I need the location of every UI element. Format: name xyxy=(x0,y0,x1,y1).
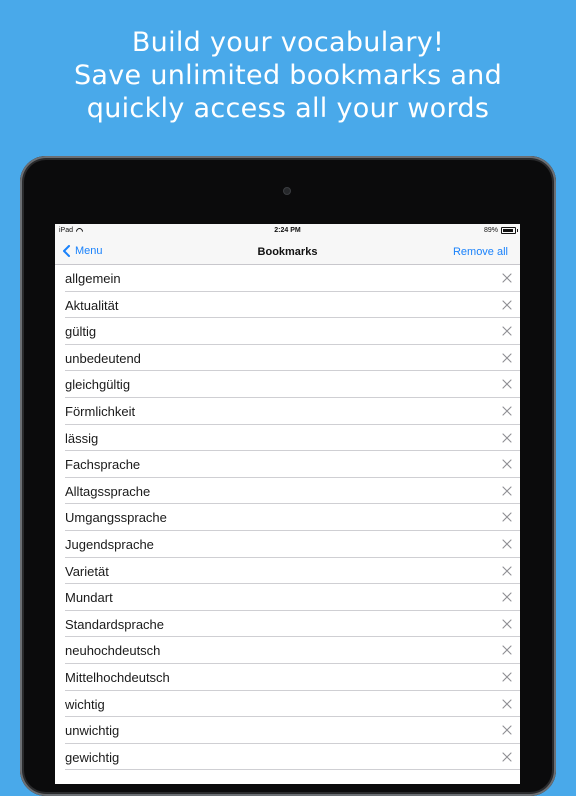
promo-line-2: Save unlimited bookmarks and xyxy=(73,60,503,91)
app-screen: iPad 2:24 PM 89% Menu Bookmarks Remove a… xyxy=(55,224,520,784)
battery-fill xyxy=(503,229,513,232)
close-icon[interactable] xyxy=(501,458,513,470)
list-item[interactable]: unbedeutend xyxy=(65,345,520,372)
list-item[interactable]: Varietät xyxy=(65,558,520,585)
bookmark-word: Fachsprache xyxy=(65,457,141,473)
close-icon[interactable] xyxy=(501,751,513,763)
list-item[interactable]: gültig xyxy=(65,318,520,345)
list-item[interactable]: Aktualität xyxy=(65,292,520,319)
bookmark-word: lässig xyxy=(65,430,99,446)
status-bar: iPad 2:24 PM 89% xyxy=(55,224,520,239)
promo-line-3: quickly access all your words xyxy=(86,93,490,124)
bookmark-list: allgemein Aktualität gültig unbedeutend glei… xyxy=(55,265,520,771)
list-item[interactable]: Umgangssprache xyxy=(65,504,520,531)
status-time: 2:24 PM xyxy=(274,227,301,234)
bookmark-word: gleichgültig xyxy=(65,377,131,393)
close-icon[interactable] xyxy=(501,618,513,630)
list-item[interactable]: gewichtig xyxy=(65,744,520,771)
battery-icon xyxy=(501,227,518,234)
promo-headline: Build your vocabulary! Save unlimited bo… xyxy=(0,26,576,125)
bookmark-word: Mittelhochdeutsch xyxy=(65,669,170,685)
close-icon[interactable] xyxy=(501,538,513,550)
close-icon[interactable] xyxy=(501,432,513,444)
camera-icon xyxy=(283,187,291,195)
bookmark-word: Standardsprache xyxy=(65,616,165,632)
close-icon[interactable] xyxy=(501,591,513,603)
list-item[interactable]: allgemein xyxy=(65,265,520,292)
close-icon[interactable] xyxy=(501,698,513,710)
bookmark-word: Mundart xyxy=(65,590,113,606)
bookmark-word: Alltagssprache xyxy=(65,483,151,499)
list-item[interactable]: unwichtig xyxy=(65,717,520,744)
close-icon[interactable] xyxy=(501,565,513,577)
bookmark-word: allgemein xyxy=(65,271,121,286)
close-icon[interactable] xyxy=(501,724,513,736)
bookmark-word: Varietät xyxy=(65,563,109,579)
close-icon[interactable] xyxy=(501,405,513,417)
close-icon[interactable] xyxy=(501,325,513,337)
close-icon[interactable] xyxy=(501,378,513,390)
promo-line-1: Build your vocabulary! xyxy=(131,27,445,58)
close-icon[interactable] xyxy=(501,511,513,523)
battery-percent: 89% xyxy=(483,227,498,234)
list-item[interactable]: Jugendsprache xyxy=(65,531,520,558)
bookmark-word: neuhochdeutsch xyxy=(65,643,161,659)
list-item[interactable]: neuhochdeutsch xyxy=(65,637,520,664)
status-right: 89% xyxy=(483,227,518,234)
close-icon[interactable] xyxy=(501,644,513,656)
bookmark-word: Förmlichkeit xyxy=(65,403,136,419)
close-icon[interactable] xyxy=(501,272,513,284)
list-item[interactable]: wichtig xyxy=(65,691,520,718)
bookmark-word: wichtig xyxy=(65,696,105,712)
list-item[interactable]: lässig xyxy=(65,425,520,452)
list-item[interactable]: Mittelhochdeutsch xyxy=(65,664,520,691)
close-icon[interactable] xyxy=(501,299,513,311)
bookmark-word: gewichtig xyxy=(65,749,120,765)
list-item[interactable]: gleichgültig xyxy=(65,371,520,398)
list-item[interactable]: Standardsprache xyxy=(65,611,520,638)
list-item[interactable]: Förmlichkeit xyxy=(65,398,520,425)
page-title: Bookmarks xyxy=(257,246,318,258)
bookmark-word: unbedeutend xyxy=(65,350,141,366)
bookmark-word: gültig xyxy=(65,324,97,340)
list-item[interactable]: Fachsprache xyxy=(65,451,520,478)
remove-all-button[interactable]: Remove all xyxy=(453,246,508,258)
list-item[interactable]: Alltagssprache xyxy=(65,478,520,505)
navigation-bar: Menu Bookmarks Remove all xyxy=(55,239,520,265)
close-icon[interactable] xyxy=(501,671,513,683)
bookmark-word: unwichtig xyxy=(65,723,120,739)
bookmark-word: Jugendsprache xyxy=(65,536,154,552)
bookmark-word: Aktualität xyxy=(65,297,119,313)
close-icon[interactable] xyxy=(501,352,513,364)
bookmark-word: Umgangssprache xyxy=(65,510,167,526)
list-item[interactable]: Mundart xyxy=(65,584,520,611)
close-icon[interactable] xyxy=(501,485,513,497)
